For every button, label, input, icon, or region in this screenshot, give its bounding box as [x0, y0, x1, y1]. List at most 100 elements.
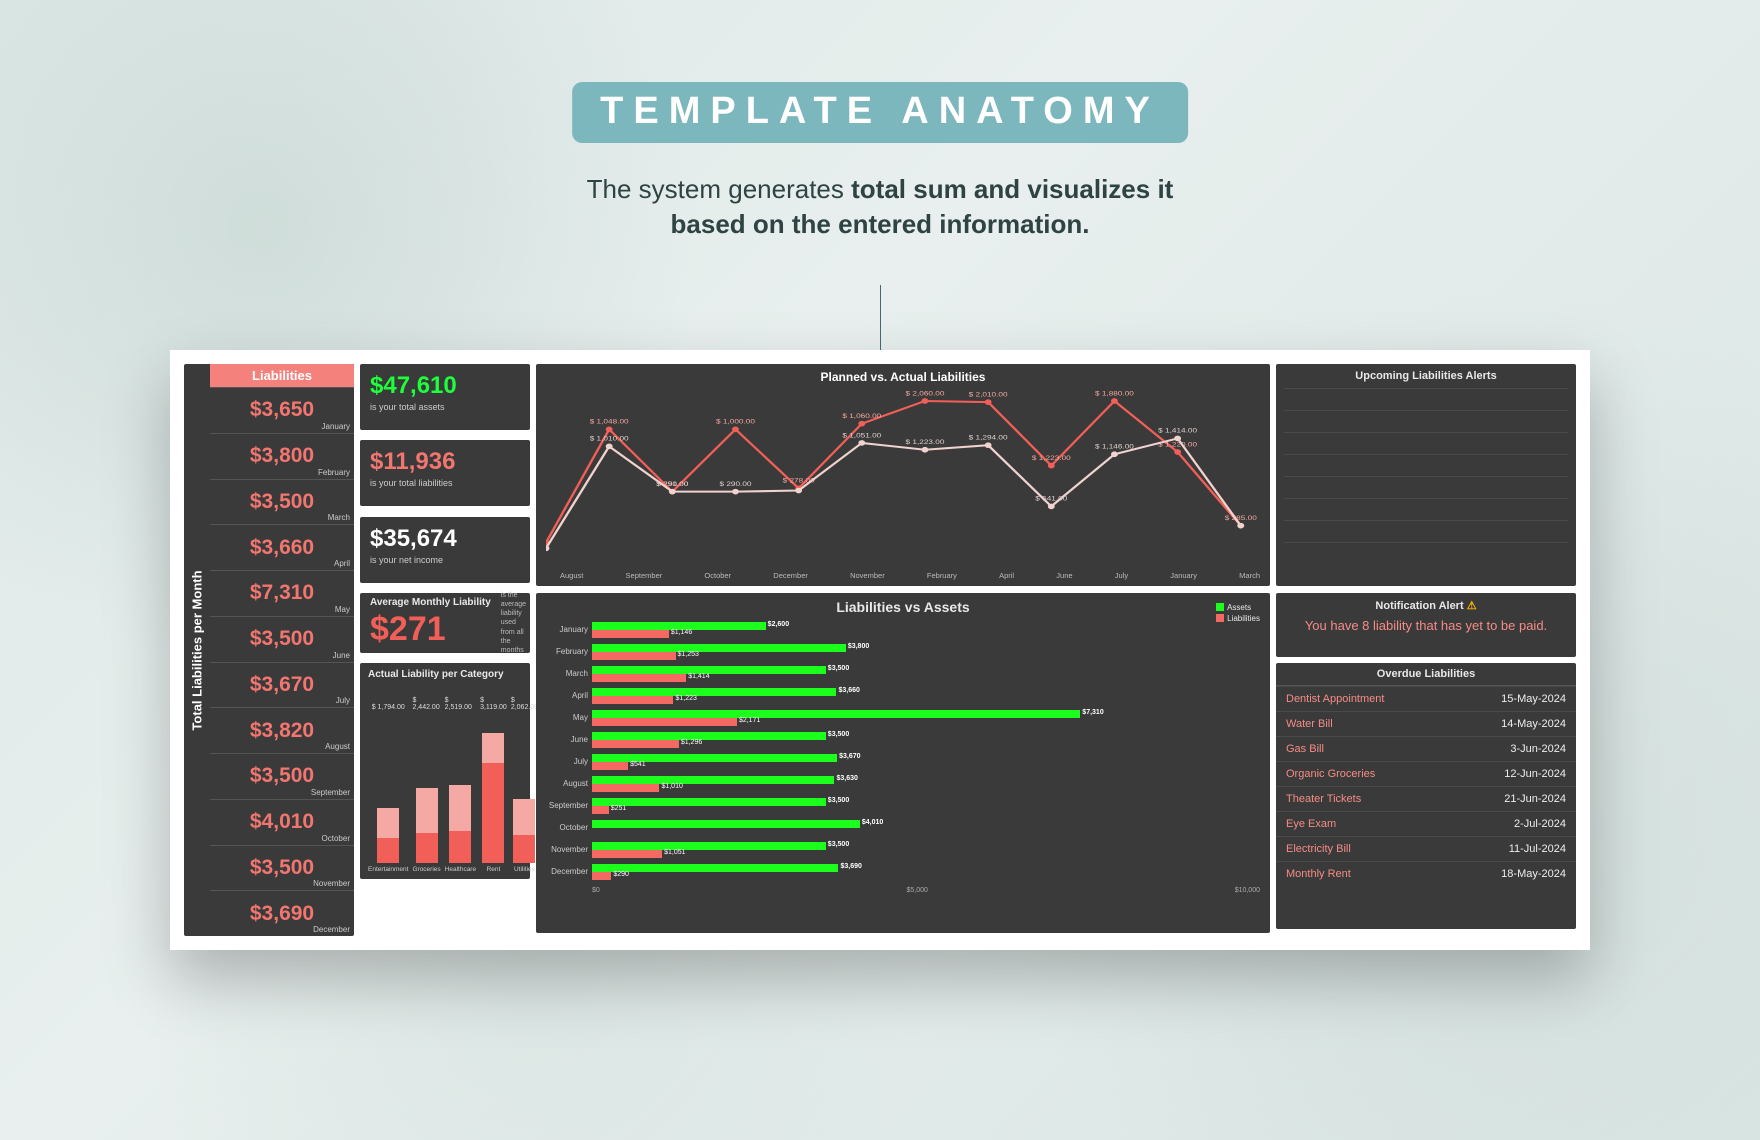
bar-value-label: $ 2,062.00	[511, 697, 538, 711]
avg-value: $271	[370, 610, 491, 649]
xaxis-label: July	[1115, 571, 1128, 580]
chart-title: Actual Liability per Category	[368, 669, 522, 680]
dashboard-container: Total Liabilities per Month Liabilities …	[170, 350, 1590, 950]
month-value: $3,500	[250, 856, 314, 880]
row-month-label: February	[546, 647, 592, 656]
sidebar-month-row: $3,670July	[210, 662, 354, 708]
row-month-label: March	[546, 669, 592, 678]
asset-value-label: $3,800	[848, 643, 869, 650]
month-label: March	[328, 513, 350, 522]
overdue-liabilities-panel: Overdue Liabilities Dentist Appointment1…	[1276, 663, 1576, 929]
asset-value-label: $3,500	[828, 665, 849, 672]
xaxis-label: February	[927, 571, 957, 580]
row-month-label: July	[546, 757, 592, 766]
liab-value-label: $541	[630, 761, 646, 768]
compare-bar-row: June$3,500$1,296	[546, 729, 1260, 751]
svg-text:$ 2,060.00: $ 2,060.00	[906, 389, 945, 397]
category-bar-chart: Actual Liability per Category $ 1,794.00…	[360, 663, 530, 879]
month-value: $3,800	[250, 444, 314, 468]
month-value: $3,500	[250, 490, 314, 514]
legend-swatch-assets	[1216, 603, 1224, 611]
xaxis-label: January	[1170, 571, 1197, 580]
month-value: $7,310	[250, 581, 314, 605]
sidebar-month-row: $3,500September	[210, 753, 354, 799]
sidebar-month-row: $3,650January	[210, 387, 354, 433]
xaxis-label: December	[773, 571, 808, 580]
asset-value-label: $3,660	[838, 687, 859, 694]
svg-text:$ 1,010.00: $ 1,010.00	[590, 434, 629, 442]
month-label: November	[313, 879, 350, 888]
compare-bar-row: July$3,670$541	[546, 751, 1260, 773]
xaxis-label: October	[704, 571, 731, 580]
sidebar-column: Liabilities $3,650January $3,800 February $…	[210, 364, 354, 936]
panel-title: Notification Alert ⚠	[1284, 599, 1568, 612]
caption-pre: The system generates	[587, 174, 851, 204]
avg-monthly-liability-card: Average Monthly Liability $271 is the av…	[360, 593, 530, 653]
asset-value-label: $7,310	[1082, 709, 1103, 716]
kpi-label: is your total assets	[370, 402, 520, 412]
overdue-name: Theater Tickets	[1286, 793, 1361, 805]
asset-value-label: $3,690	[840, 863, 861, 870]
svg-text:$ 1,880.00: $ 1,880.00	[1095, 389, 1134, 397]
compare-bar-row: December$3,690$290	[546, 861, 1260, 883]
svg-text:$ 1,000.00: $ 1,000.00	[716, 417, 755, 425]
row-month-label: January	[546, 625, 592, 634]
planned-vs-actual-line-chart: Planned vs. Actual Liabilities $ 1,048.0…	[536, 364, 1270, 586]
compare-bar-row: August$3,630$1,010	[546, 773, 1260, 795]
overdue-row: Organic Groceries12-Jun-2024	[1276, 761, 1576, 786]
compare-bar-row: March$3,500$1,414	[546, 663, 1260, 685]
overdue-date: 14-May-2024	[1501, 718, 1566, 730]
alert-row-empty	[1284, 432, 1568, 454]
overdue-name: Monthly Rent	[1286, 868, 1351, 880]
overdue-name: Water Bill	[1286, 718, 1333, 730]
svg-text:$ 1,223.00: $ 1,223.00	[906, 438, 945, 446]
sidebar-month-row: $7,310 May	[210, 570, 354, 616]
alert-row-empty	[1284, 498, 1568, 520]
asset-value-label: $3,500	[828, 841, 849, 848]
svg-text:$ 1,146.00: $ 1,146.00	[1095, 442, 1134, 450]
alert-row-empty	[1284, 454, 1568, 476]
month-label: December	[313, 925, 350, 934]
month-value: $3,660	[250, 536, 314, 560]
warning-icon: ⚠	[1467, 600, 1477, 612]
overdue-row: Monthly Rent 18-May-2024	[1276, 861, 1576, 886]
compare-bar-row: May$7,310$2,171	[546, 707, 1260, 729]
month-label: June	[333, 651, 350, 660]
bar-value-label: $ 2,519.00	[445, 697, 476, 711]
svg-text:$ 1,060.00: $ 1,060.00	[842, 412, 881, 420]
kpi-label: is your total liabilities	[370, 478, 520, 488]
overdue-date: 3-Jun-2024	[1510, 743, 1566, 755]
xaxis-label: September	[626, 571, 663, 580]
overdue-date: 2-Jul-2024	[1514, 818, 1566, 830]
sidebar-month-row: $4,010October	[210, 799, 354, 845]
row-month-label: August	[546, 779, 592, 788]
overdue-date: 15-May-2024	[1501, 693, 1566, 705]
compare-bar-row: April$3,660$1,223	[546, 685, 1260, 707]
compare-bar-row: October$4,010	[546, 817, 1260, 839]
overdue-row: Electricity Bill11-Jul-2024	[1276, 836, 1576, 861]
chart-title: Planned vs. Actual Liabilities	[546, 370, 1260, 384]
sidebar-axis-label-text: Total Liabilities per Month	[190, 570, 205, 730]
row-month-label: November	[546, 845, 592, 854]
sidebar-axis-label: Total Liabilities per Month	[184, 364, 210, 936]
liab-value-label: $1,296	[681, 739, 702, 746]
bar-value-label: $ 3,119.00	[480, 697, 507, 711]
svg-text:$ 1,294.00: $ 1,294.00	[969, 433, 1008, 441]
month-label: February	[318, 468, 350, 477]
bar-value-label: $ 2,442.00	[412, 697, 440, 711]
asset-value-label: $3,630	[836, 775, 857, 782]
overdue-date: 18-May-2024	[1501, 868, 1566, 880]
svg-text:$ 1,223.00: $ 1,223.00	[1032, 454, 1071, 462]
bar-category-label: Utilities	[514, 866, 535, 873]
alert-row-empty	[1284, 520, 1568, 542]
xaxis-label: November	[850, 571, 885, 580]
bar-category-label: Rent	[487, 866, 501, 873]
bar-category-label: Healthcare	[445, 866, 476, 873]
month-label: May	[335, 605, 350, 614]
sidebar-header: Liabilities	[210, 364, 354, 387]
row-month-label: April	[546, 691, 592, 700]
sidebar-month-row: $3,500June	[210, 616, 354, 662]
overdue-row: Eye Exam2-Jul-2024	[1276, 811, 1576, 836]
bar-value-label: $ 1,794.00	[372, 704, 405, 711]
line-chart-svg: $ 1,048.00$ 251.00$ 1,000.00$ 278.00$ 1,…	[546, 384, 1260, 554]
